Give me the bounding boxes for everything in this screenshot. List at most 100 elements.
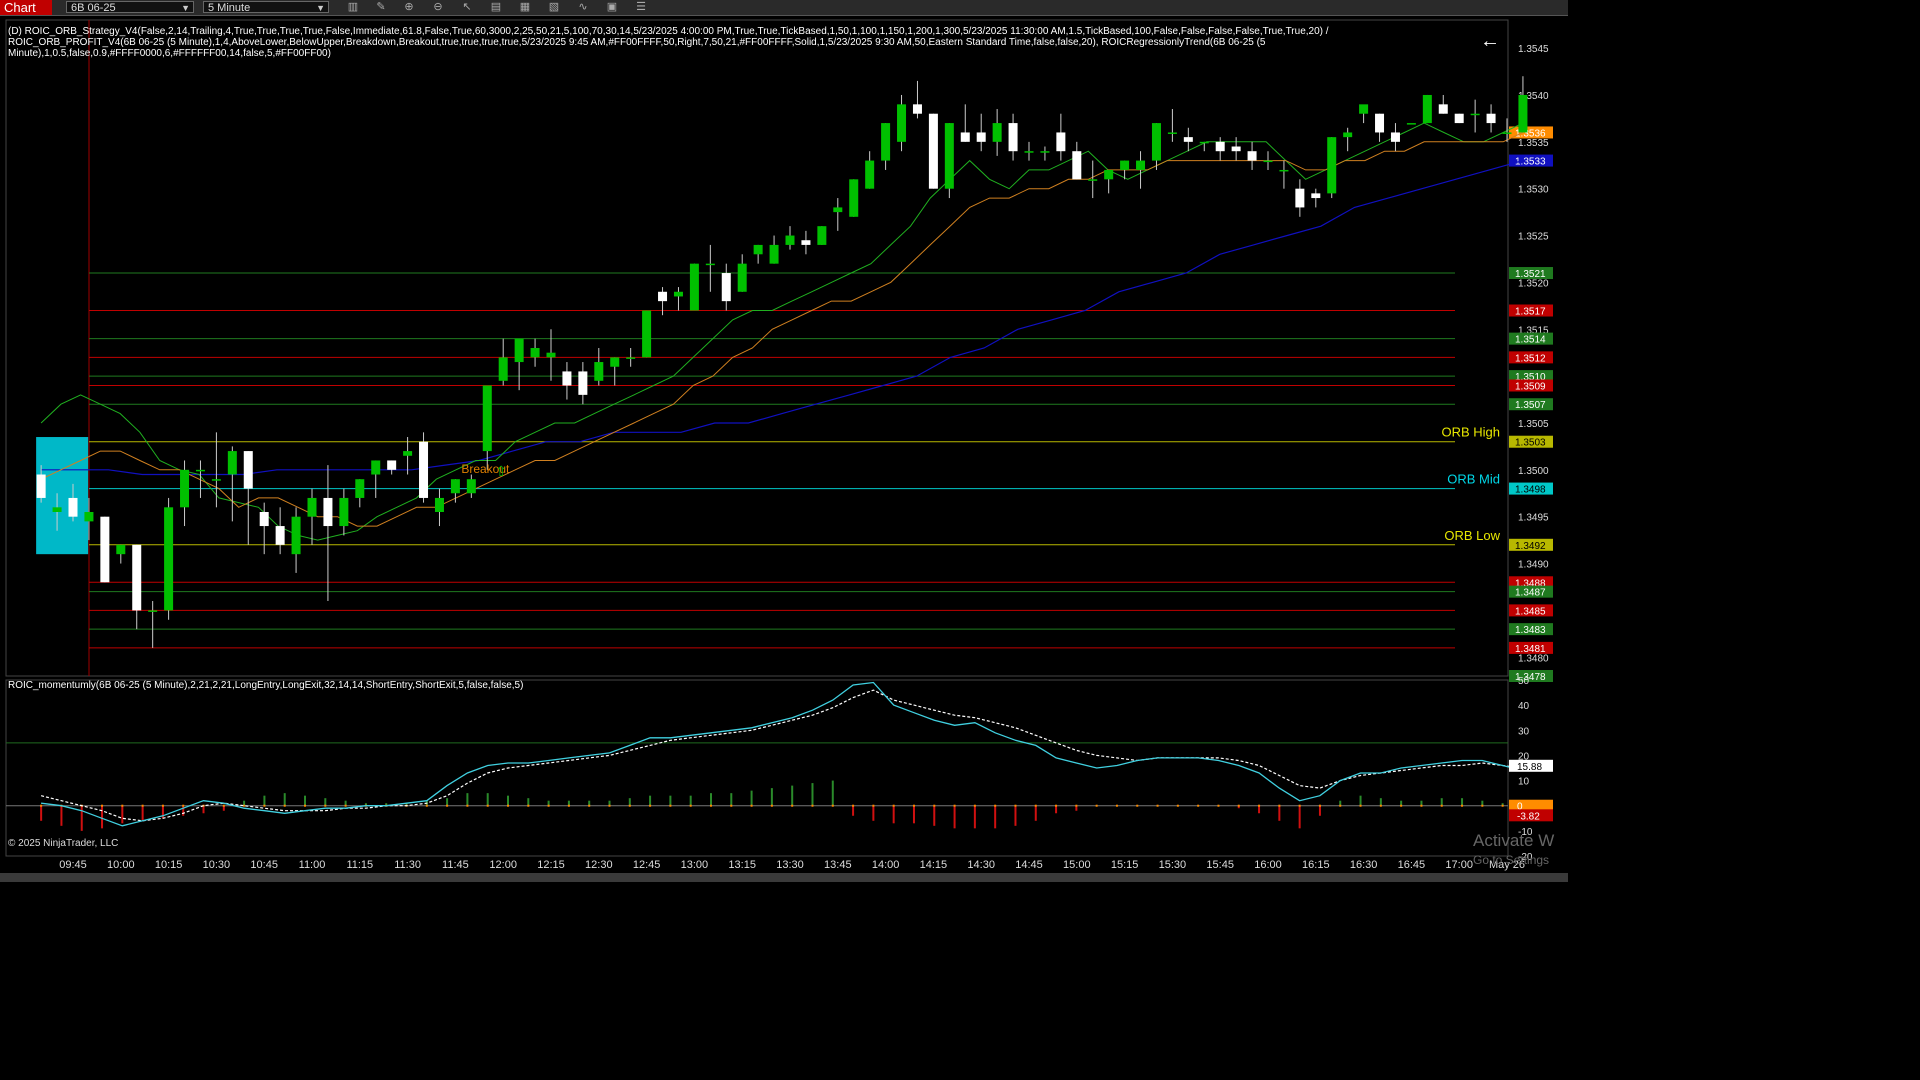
time-axis-tick: 14:30 — [967, 859, 995, 871]
candle-body — [1327, 137, 1337, 194]
price-pane-border — [5, 19, 1509, 677]
time-axis-tick: 15:15 — [1111, 859, 1139, 871]
candle-body — [132, 544, 142, 611]
candle-body — [1008, 123, 1018, 152]
time-axis-tick: 13:00 — [681, 859, 709, 871]
menu-icon[interactable]: ☰ — [634, 1, 648, 13]
data-box-icon[interactable]: ▧ — [547, 1, 561, 13]
candle-body — [1151, 123, 1161, 161]
oscillator-main-line — [41, 681, 1524, 827]
zero-dot — [466, 804, 469, 807]
candle-body — [195, 469, 205, 472]
price-axis-tick: 1.3495 — [1518, 513, 1549, 524]
candle-body — [1104, 169, 1114, 180]
time-axis-tick: 11:30 — [394, 859, 421, 871]
oscillator-title: ROIC_momentumly(6B 06-25 (5 Minute),2,21… — [8, 680, 524, 691]
time-axis-tick: 15:30 — [1159, 859, 1187, 871]
time-axis-tick: 12:00 — [489, 859, 517, 871]
indicators-icon[interactable]: ∿ — [576, 1, 590, 13]
level-price-tag-text: 1.3507 — [1515, 400, 1546, 411]
candle-body — [578, 371, 588, 395]
properties-icon[interactable]: ▤ — [489, 1, 503, 13]
zero-dot — [912, 804, 915, 807]
instrument-selector[interactable]: 6B 06-25 ▼ — [66, 1, 194, 14]
level-price-tag-text: 1.3498 — [1515, 485, 1546, 496]
templates-icon[interactable]: ▦ — [518, 1, 532, 13]
candle-body — [1072, 151, 1082, 180]
zero-dot — [933, 804, 936, 807]
pencil-icon[interactable]: ✎ — [374, 1, 388, 13]
level-price-tag-text: 1.3512 — [1515, 353, 1546, 364]
candle-body — [1088, 179, 1098, 181]
candle-body — [355, 479, 365, 498]
breakout-arrow-icon: ⇧ — [495, 463, 507, 479]
zero-dot — [1359, 804, 1362, 807]
time-axis-tick: 11:00 — [299, 859, 326, 871]
candle-body — [164, 507, 174, 611]
candle-body — [466, 479, 476, 494]
candle-body — [1263, 160, 1273, 163]
zero-dot — [649, 804, 652, 807]
candle-body — [594, 362, 604, 381]
zero-dot — [1055, 804, 1058, 807]
candle-body — [339, 497, 349, 527]
chart-tab[interactable]: Chart — [0, 0, 52, 15]
zero-dot — [1095, 804, 1098, 807]
candle-body — [546, 352, 556, 358]
time-axis-tick: 12:30 — [585, 859, 613, 871]
zero-dot — [689, 804, 692, 807]
strategies-icon[interactable]: ▣ — [605, 1, 619, 13]
candle-body — [482, 385, 492, 452]
horizontal-scrollbar[interactable] — [0, 873, 1568, 882]
time-axis-tick: 10:30 — [203, 859, 231, 871]
candle-body — [1375, 113, 1385, 133]
candle-body — [944, 123, 954, 189]
price-axis-tick: 1.3490 — [1518, 560, 1549, 571]
candle-body — [960, 132, 970, 142]
price-axis-tick: 1.3535 — [1518, 138, 1549, 149]
back-arrow-icon[interactable]: ← — [1480, 30, 1500, 53]
candle-body — [976, 132, 986, 142]
candle-body — [769, 244, 779, 264]
candle-body — [897, 104, 907, 142]
zero-dot — [547, 804, 550, 807]
zero-dot — [161, 804, 164, 807]
zero-dot — [669, 804, 672, 807]
zero-dot — [486, 804, 489, 807]
oscillator-tag-text: -3.82 — [1517, 811, 1540, 822]
zero-dot — [709, 804, 712, 807]
candle-body — [849, 179, 859, 217]
windows-watermark-line-1: Activate W — [1473, 831, 1555, 850]
level-price-tag-text: 1.3521 — [1515, 269, 1546, 280]
candle-body — [419, 441, 429, 498]
zero-dot — [973, 804, 976, 807]
interval-selector[interactable]: 5 Minute ▼ — [203, 1, 329, 14]
zoom-out-icon[interactable]: ⊖ — [431, 1, 445, 13]
zero-dot — [1461, 804, 1464, 807]
time-axis-tick: 14:45 — [1015, 859, 1043, 871]
pointer-icon[interactable]: ↖ — [460, 1, 474, 13]
price-axis-tick: 1.3530 — [1518, 185, 1549, 196]
candle-body — [211, 479, 221, 481]
candle-body — [1438, 104, 1448, 114]
level-price-tag-text: 1.3487 — [1515, 588, 1546, 599]
level-price-tag-text: 1.3503 — [1515, 438, 1546, 449]
chart-canvas[interactable]: 1.35451.35401.35351.35301.35251.35201.35… — [0, 16, 1568, 873]
zero-dot — [852, 804, 855, 807]
zero-dot — [1481, 804, 1484, 807]
candle-body — [1167, 132, 1177, 134]
level-price-tag-text: 1.3485 — [1515, 606, 1546, 617]
candle-body — [785, 235, 795, 245]
candle-body — [817, 226, 827, 245]
level-price-tag-text: 1.3492 — [1515, 541, 1546, 552]
zero-dot — [243, 804, 246, 807]
price-axis-tick: 1.3525 — [1518, 232, 1549, 243]
candle-body — [434, 497, 444, 512]
bars-icon[interactable]: ▥ — [346, 1, 360, 13]
zero-dot — [263, 804, 266, 807]
zoom-in-icon[interactable]: ⊕ — [402, 1, 416, 13]
level-price-tag-text: 1.3517 — [1515, 307, 1546, 318]
time-axis-tick: 17:00 — [1445, 859, 1473, 871]
zero-dot — [1379, 804, 1382, 807]
windows-watermark-line-2: Go to Settings — [1473, 853, 1550, 867]
